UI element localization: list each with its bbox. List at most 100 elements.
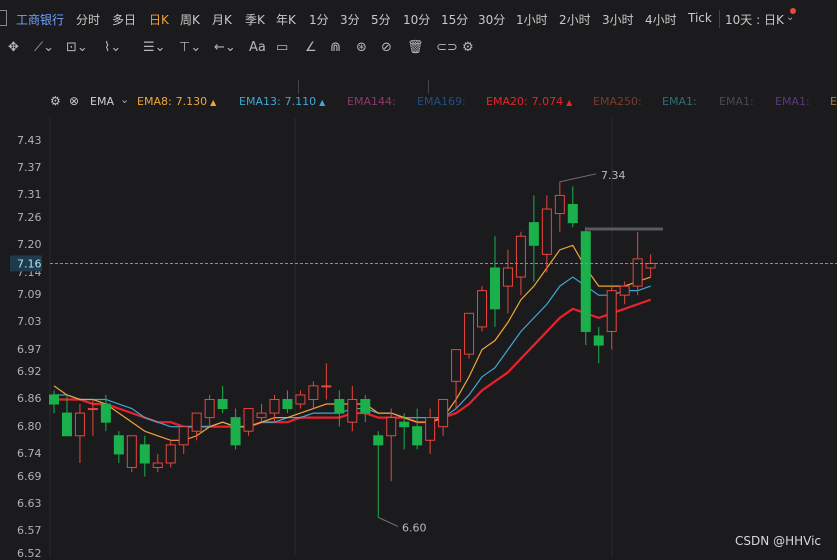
tab-period-11[interactable]: 15分 <box>441 11 468 28</box>
legend-item-9[interactable]: E <box>830 95 837 108</box>
gear-icon[interactable]: ⚙ <box>50 94 61 108</box>
legend-item-1[interactable]: EMA13: 7.110 ▲ <box>239 95 325 108</box>
low-label: 6.60 <box>402 521 427 534</box>
candle-body <box>489 267 500 310</box>
legend-label: EMA169: <box>417 95 466 108</box>
tab-period-1[interactable]: 多日 <box>112 11 136 28</box>
hide-icon[interactable]: ⊘ <box>381 38 392 58</box>
y-axis-label: 6.86 <box>17 392 42 406</box>
legend-item-5[interactable]: EMA250: <box>593 95 642 108</box>
tab-period-4[interactable]: 月K <box>212 11 232 28</box>
candle-body <box>243 408 254 432</box>
legend-item-4[interactable]: EMA20: 7.074 ▲ <box>486 95 572 108</box>
polyline-tool-icon[interactable]: ⊡⌄ <box>66 38 88 58</box>
y-axis-label: 7.31 <box>17 188 42 202</box>
up-arrow-icon: ▲ <box>319 98 326 107</box>
compare-icon[interactable]: ⊂⊃ <box>436 38 458 58</box>
text-tool-icon[interactable]: Aa <box>249 38 266 58</box>
legend-item-0[interactable]: EMA8: 7.130 ▲ <box>137 95 216 108</box>
legend-label: EMA1: <box>719 95 754 108</box>
arrow-tool-icon[interactable]: ←⌄ <box>214 38 236 58</box>
y-axis-label: 6.92 <box>17 365 42 379</box>
fib-tool-icon[interactable]: ⊤⌄ <box>179 38 201 58</box>
tab-period-8[interactable]: 3分 <box>340 11 360 28</box>
legend-item-8[interactable]: EMA1: <box>775 95 810 108</box>
y-axis-label: 7.14 <box>17 265 42 279</box>
candle-body <box>528 222 539 246</box>
ema20-line <box>54 298 651 428</box>
tab-period-0[interactable]: 分时 <box>76 11 100 28</box>
y-axis-label: 7.20 <box>17 238 42 252</box>
y-axis-label: 7.03 <box>17 315 42 329</box>
legend-value: 7.074 <box>531 95 564 108</box>
y-axis-label: 7.09 <box>17 288 42 302</box>
y-axis-label: 6.52 <box>17 546 42 560</box>
close-icon[interactable]: ⊗ <box>69 94 79 108</box>
candle-body <box>230 417 241 446</box>
eye-icon[interactable]: ⊛ <box>356 38 367 58</box>
channel-tool-icon[interactable]: ☰⌄ <box>143 38 166 58</box>
legend-label: EMA144: <box>347 95 396 108</box>
tab-period-10[interactable]: 10分 <box>403 11 430 28</box>
tab-period-13[interactable]: 1小时 <box>516 11 548 28</box>
notification-dot <box>790 8 796 14</box>
candle-body <box>360 398 371 414</box>
chevron-down-icon[interactable]: ⌄ <box>120 93 129 106</box>
candle-body <box>502 267 513 287</box>
candle-body <box>308 385 319 400</box>
ema13-line <box>54 276 651 428</box>
candle-body <box>373 435 384 446</box>
range-select[interactable]: 10天 : 日K <box>725 11 784 28</box>
magnet-icon[interactable]: ⋒ <box>330 38 341 58</box>
candle-body <box>256 412 267 419</box>
y-axis-label: 7.26 <box>17 211 42 225</box>
candle-body <box>580 231 591 332</box>
settings-icon[interactable]: ⚙ <box>462 38 474 58</box>
line-tool-icon[interactable]: ⟋⌄ <box>34 38 54 58</box>
candle-body <box>139 444 150 464</box>
tab-period-16[interactable]: 4小时 <box>645 11 677 28</box>
tab-period-15[interactable]: 3小时 <box>602 11 634 28</box>
tab-period-9[interactable]: 5分 <box>371 11 391 28</box>
tab-period-7[interactable]: 1分 <box>309 11 329 28</box>
watermark: CSDN @HHVic <box>735 534 821 548</box>
tab-period-5[interactable]: 季K <box>245 11 265 28</box>
candle-body <box>412 426 423 446</box>
candle-body <box>425 417 436 441</box>
candle-body <box>269 398 280 414</box>
candle-body <box>606 290 617 332</box>
tab-period-17[interactable]: Tick <box>688 11 712 25</box>
legend-label: EMA1: <box>775 95 810 108</box>
tab-period-3[interactable]: 周K <box>180 11 200 28</box>
candle-body <box>282 398 293 410</box>
tab-period-6[interactable]: 年K <box>276 11 296 28</box>
legend-item-6[interactable]: EMA1: <box>662 95 697 108</box>
candle-body <box>477 290 488 328</box>
candle-body <box>451 349 462 382</box>
legend-item-2[interactable]: EMA144: <box>347 95 396 108</box>
candle-body <box>541 208 552 255</box>
candle-body <box>645 262 656 269</box>
move-icon[interactable]: ✥ <box>8 38 19 58</box>
tab-period-12[interactable]: 30分 <box>478 11 505 28</box>
measure-tool-icon[interactable]: ∠ <box>305 38 317 58</box>
high-label: 7.34 <box>601 169 626 182</box>
candle-body <box>295 394 306 405</box>
legend-value: 7.110 <box>284 95 317 108</box>
candlestick-chart[interactable]: 7.167.346.60 <box>0 0 837 556</box>
y-axis-label: 6.97 <box>17 342 42 356</box>
tab-divider <box>719 10 720 28</box>
legend-label: EMA13: <box>239 95 281 108</box>
legend-item-7[interactable]: EMA1: <box>719 95 754 108</box>
comment-tool-icon[interactable]: ▭ <box>276 38 288 58</box>
stock-name[interactable]: 工商银行 <box>16 11 64 28</box>
wave-tool-icon[interactable]: ⌇⌄ <box>104 38 121 58</box>
legend-item-3[interactable]: EMA169: <box>417 95 466 108</box>
candle-body <box>165 444 176 464</box>
tab-period-2[interactable]: 日K <box>149 11 169 28</box>
tab-period-14[interactable]: 2小时 <box>559 11 591 28</box>
candle-body <box>464 312 475 355</box>
trash-icon[interactable]: 🗑 <box>407 38 424 58</box>
indicator-name[interactable]: EMA <box>90 95 114 108</box>
candle-body <box>399 421 410 428</box>
